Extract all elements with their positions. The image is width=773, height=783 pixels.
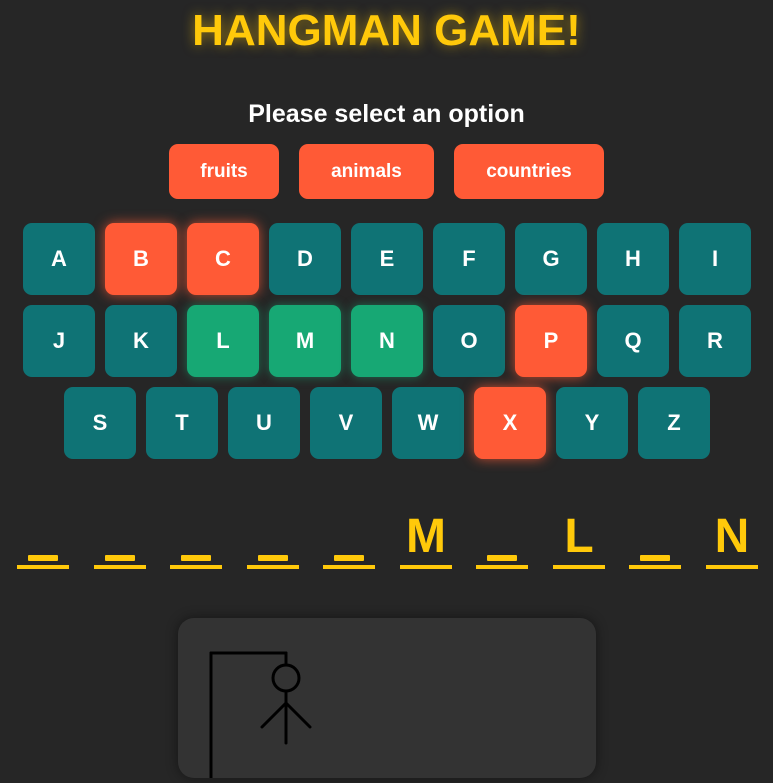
key-m[interactable]: M bbox=[269, 305, 341, 377]
key-n[interactable]: N bbox=[351, 305, 423, 377]
blank-letter bbox=[181, 555, 211, 561]
key-p[interactable]: P bbox=[515, 305, 587, 377]
key-u[interactable]: U bbox=[228, 387, 300, 459]
blank-letter bbox=[487, 555, 517, 561]
hangman-right-arm bbox=[284, 701, 312, 729]
word-slot bbox=[170, 505, 222, 569]
blank-letter bbox=[105, 555, 135, 561]
key-h[interactable]: H bbox=[597, 223, 669, 295]
revealed-letter: N bbox=[714, 510, 750, 563]
word-slot bbox=[247, 505, 299, 569]
hangman-drawing bbox=[209, 651, 312, 780]
option-fruits-button[interactable]: fruits bbox=[169, 144, 279, 199]
word-slot bbox=[94, 505, 146, 569]
option-prompt: Please select an option bbox=[248, 100, 525, 128]
word-slot bbox=[17, 505, 69, 569]
key-f[interactable]: F bbox=[433, 223, 505, 295]
key-l[interactable]: L bbox=[187, 305, 259, 377]
blank-letter bbox=[334, 555, 364, 561]
key-v[interactable]: V bbox=[310, 387, 382, 459]
key-k[interactable]: K bbox=[105, 305, 177, 377]
word-slot bbox=[476, 505, 528, 569]
key-r[interactable]: R bbox=[679, 305, 751, 377]
hangman-head bbox=[271, 663, 301, 693]
key-o[interactable]: O bbox=[433, 305, 505, 377]
game-title: HANGMAN GAME! bbox=[192, 6, 581, 55]
blank-letter bbox=[28, 555, 58, 561]
word-slot: L bbox=[553, 505, 605, 569]
word-slot bbox=[629, 505, 681, 569]
key-a[interactable]: A bbox=[23, 223, 95, 295]
blank-letter bbox=[258, 555, 288, 561]
key-g[interactable]: G bbox=[515, 223, 587, 295]
key-b[interactable]: B bbox=[105, 223, 177, 295]
word-slot: N bbox=[706, 505, 758, 569]
key-x[interactable]: X bbox=[474, 387, 546, 459]
option-animals-button[interactable]: animals bbox=[299, 144, 434, 199]
hangman-canvas bbox=[178, 618, 596, 780]
option-countries-button[interactable]: countries bbox=[454, 144, 604, 199]
key-e[interactable]: E bbox=[351, 223, 423, 295]
word-slot bbox=[323, 505, 375, 569]
key-t[interactable]: T bbox=[146, 387, 218, 459]
revealed-letter: M bbox=[406, 510, 446, 563]
blank-letter bbox=[640, 555, 670, 561]
key-d[interactable]: D bbox=[269, 223, 341, 295]
word-slot: M bbox=[400, 505, 452, 569]
key-j[interactable]: J bbox=[23, 305, 95, 377]
key-w[interactable]: W bbox=[392, 387, 464, 459]
key-y[interactable]: Y bbox=[556, 387, 628, 459]
revealed-letter: L bbox=[564, 510, 594, 563]
category-options: fruits animals countries bbox=[0, 144, 773, 199]
hangman-left-arm bbox=[260, 701, 288, 729]
key-c[interactable]: C bbox=[187, 223, 259, 295]
key-z[interactable]: Z bbox=[638, 387, 710, 459]
key-s[interactable]: S bbox=[64, 387, 136, 459]
key-i[interactable]: I bbox=[679, 223, 751, 295]
key-q[interactable]: Q bbox=[597, 305, 669, 377]
